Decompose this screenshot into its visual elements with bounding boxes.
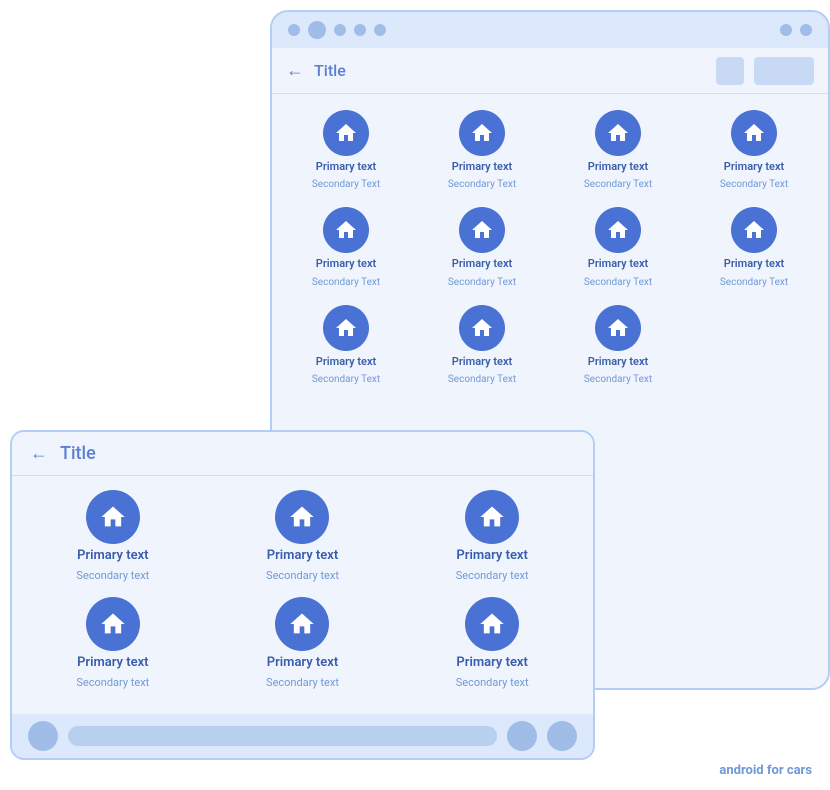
tablet-back-button[interactable]: ← (30, 443, 48, 464)
secondary-text: Secondary Text (312, 276, 380, 289)
phone-status-bar (272, 12, 828, 48)
list-item[interactable]: Primary text Secondary Text (552, 305, 684, 386)
home-icon (459, 305, 505, 351)
home-icon (275, 597, 329, 651)
status-dot-7 (800, 24, 812, 36)
secondary-text: Secondary Text (720, 178, 788, 191)
secondary-text: Secondary Text (584, 276, 652, 289)
secondary-text: Secondary text (456, 569, 529, 583)
secondary-text: Secondary text (76, 569, 149, 583)
primary-text: Primary text (724, 160, 784, 174)
status-dot-2 (308, 21, 326, 39)
secondary-text: Secondary Text (448, 276, 516, 289)
primary-text: Primary text (724, 257, 784, 271)
phone-toolbar-search-button[interactable] (754, 57, 814, 85)
primary-text: Primary text (77, 548, 148, 565)
primary-text: Primary text (316, 160, 376, 174)
list-item[interactable]: Primary text Secondary Text (416, 207, 548, 288)
list-item[interactable]: Primary text Secondary text (22, 597, 204, 690)
list-item[interactable]: Primary text Secondary text (212, 597, 394, 690)
list-item[interactable]: Primary text Secondary Text (688, 110, 820, 191)
primary-text: Primary text (452, 257, 512, 271)
secondary-text: Secondary Text (312, 373, 380, 386)
phone-toolbar-icon-button[interactable] (716, 57, 744, 85)
primary-text: Primary text (588, 355, 648, 369)
home-icon (595, 110, 641, 156)
tablet-bottom-dot-1 (28, 721, 58, 751)
list-item[interactable]: Primary text Secondary text (401, 490, 583, 583)
secondary-text: Secondary text (456, 676, 529, 690)
list-item[interactable]: Primary text Secondary text (212, 490, 394, 583)
primary-text: Primary text (588, 257, 648, 271)
primary-text: Primary text (77, 655, 148, 672)
tablet-bottom-dot-3 (547, 721, 577, 751)
primary-text: Primary text (267, 548, 338, 565)
secondary-text: Secondary text (266, 569, 339, 583)
home-icon (731, 110, 777, 156)
home-icon (465, 490, 519, 544)
tablet-frame: ← Title Primary text Secondary text Prim… (10, 430, 595, 760)
phone-back-button[interactable]: ← (286, 60, 304, 81)
home-icon (275, 490, 329, 544)
tablet-grid: Primary text Secondary text Primary text… (12, 476, 593, 714)
home-icon (323, 305, 369, 351)
primary-text: Primary text (452, 160, 512, 174)
list-item[interactable]: Primary text Secondary Text (688, 207, 820, 288)
home-icon (323, 207, 369, 253)
secondary-text: Secondary text (76, 676, 149, 690)
secondary-text: Secondary text (266, 676, 339, 690)
tablet-bottom-pill (68, 726, 497, 746)
secondary-text: Secondary Text (448, 178, 516, 191)
tablet-bottom-dot-2 (507, 721, 537, 751)
status-dot-3 (334, 24, 346, 36)
primary-text: Primary text (267, 655, 338, 672)
status-dot-6 (780, 24, 792, 36)
status-dot-1 (288, 24, 300, 36)
phone-toolbar-title: Title (314, 61, 346, 80)
primary-text: Primary text (588, 160, 648, 174)
secondary-text: Secondary Text (584, 178, 652, 191)
list-item[interactable]: Primary text Secondary text (22, 490, 204, 583)
home-icon (86, 490, 140, 544)
status-dot-5 (374, 24, 386, 36)
primary-text: Primary text (456, 655, 527, 672)
home-icon (595, 207, 641, 253)
tablet-toolbar-title: Title (60, 443, 96, 464)
phone-toolbar: ← Title (272, 48, 828, 94)
home-icon (595, 305, 641, 351)
status-dot-4 (354, 24, 366, 36)
list-item[interactable]: Primary text Secondary Text (416, 110, 548, 191)
secondary-text: Secondary Text (312, 178, 380, 191)
primary-text: Primary text (452, 355, 512, 369)
home-icon (465, 597, 519, 651)
primary-text: Primary text (316, 257, 376, 271)
list-item[interactable]: Primary text Secondary Text (280, 207, 412, 288)
secondary-text: Secondary Text (584, 373, 652, 386)
secondary-text: Secondary Text (448, 373, 516, 386)
tablet-content: ← Title Primary text Secondary text Prim… (12, 432, 593, 714)
home-icon (86, 597, 140, 651)
secondary-text: Secondary Text (720, 276, 788, 289)
list-item[interactable]: Primary text Secondary text (401, 597, 583, 690)
home-icon (459, 110, 505, 156)
tablet-bottom-bar (12, 714, 593, 758)
primary-text: Primary text (456, 548, 527, 565)
android-label: android for cars (719, 763, 812, 778)
list-item[interactable]: Primary text Secondary Text (552, 207, 684, 288)
list-item[interactable]: Primary text Secondary Text (280, 110, 412, 191)
home-icon (731, 207, 777, 253)
list-item[interactable]: Primary text Secondary Text (280, 305, 412, 386)
primary-text: Primary text (316, 355, 376, 369)
home-icon (323, 110, 369, 156)
list-item[interactable]: Primary text Secondary Text (552, 110, 684, 191)
home-icon (459, 207, 505, 253)
tablet-toolbar: ← Title (12, 432, 593, 476)
list-item[interactable]: Primary text Secondary Text (416, 305, 548, 386)
